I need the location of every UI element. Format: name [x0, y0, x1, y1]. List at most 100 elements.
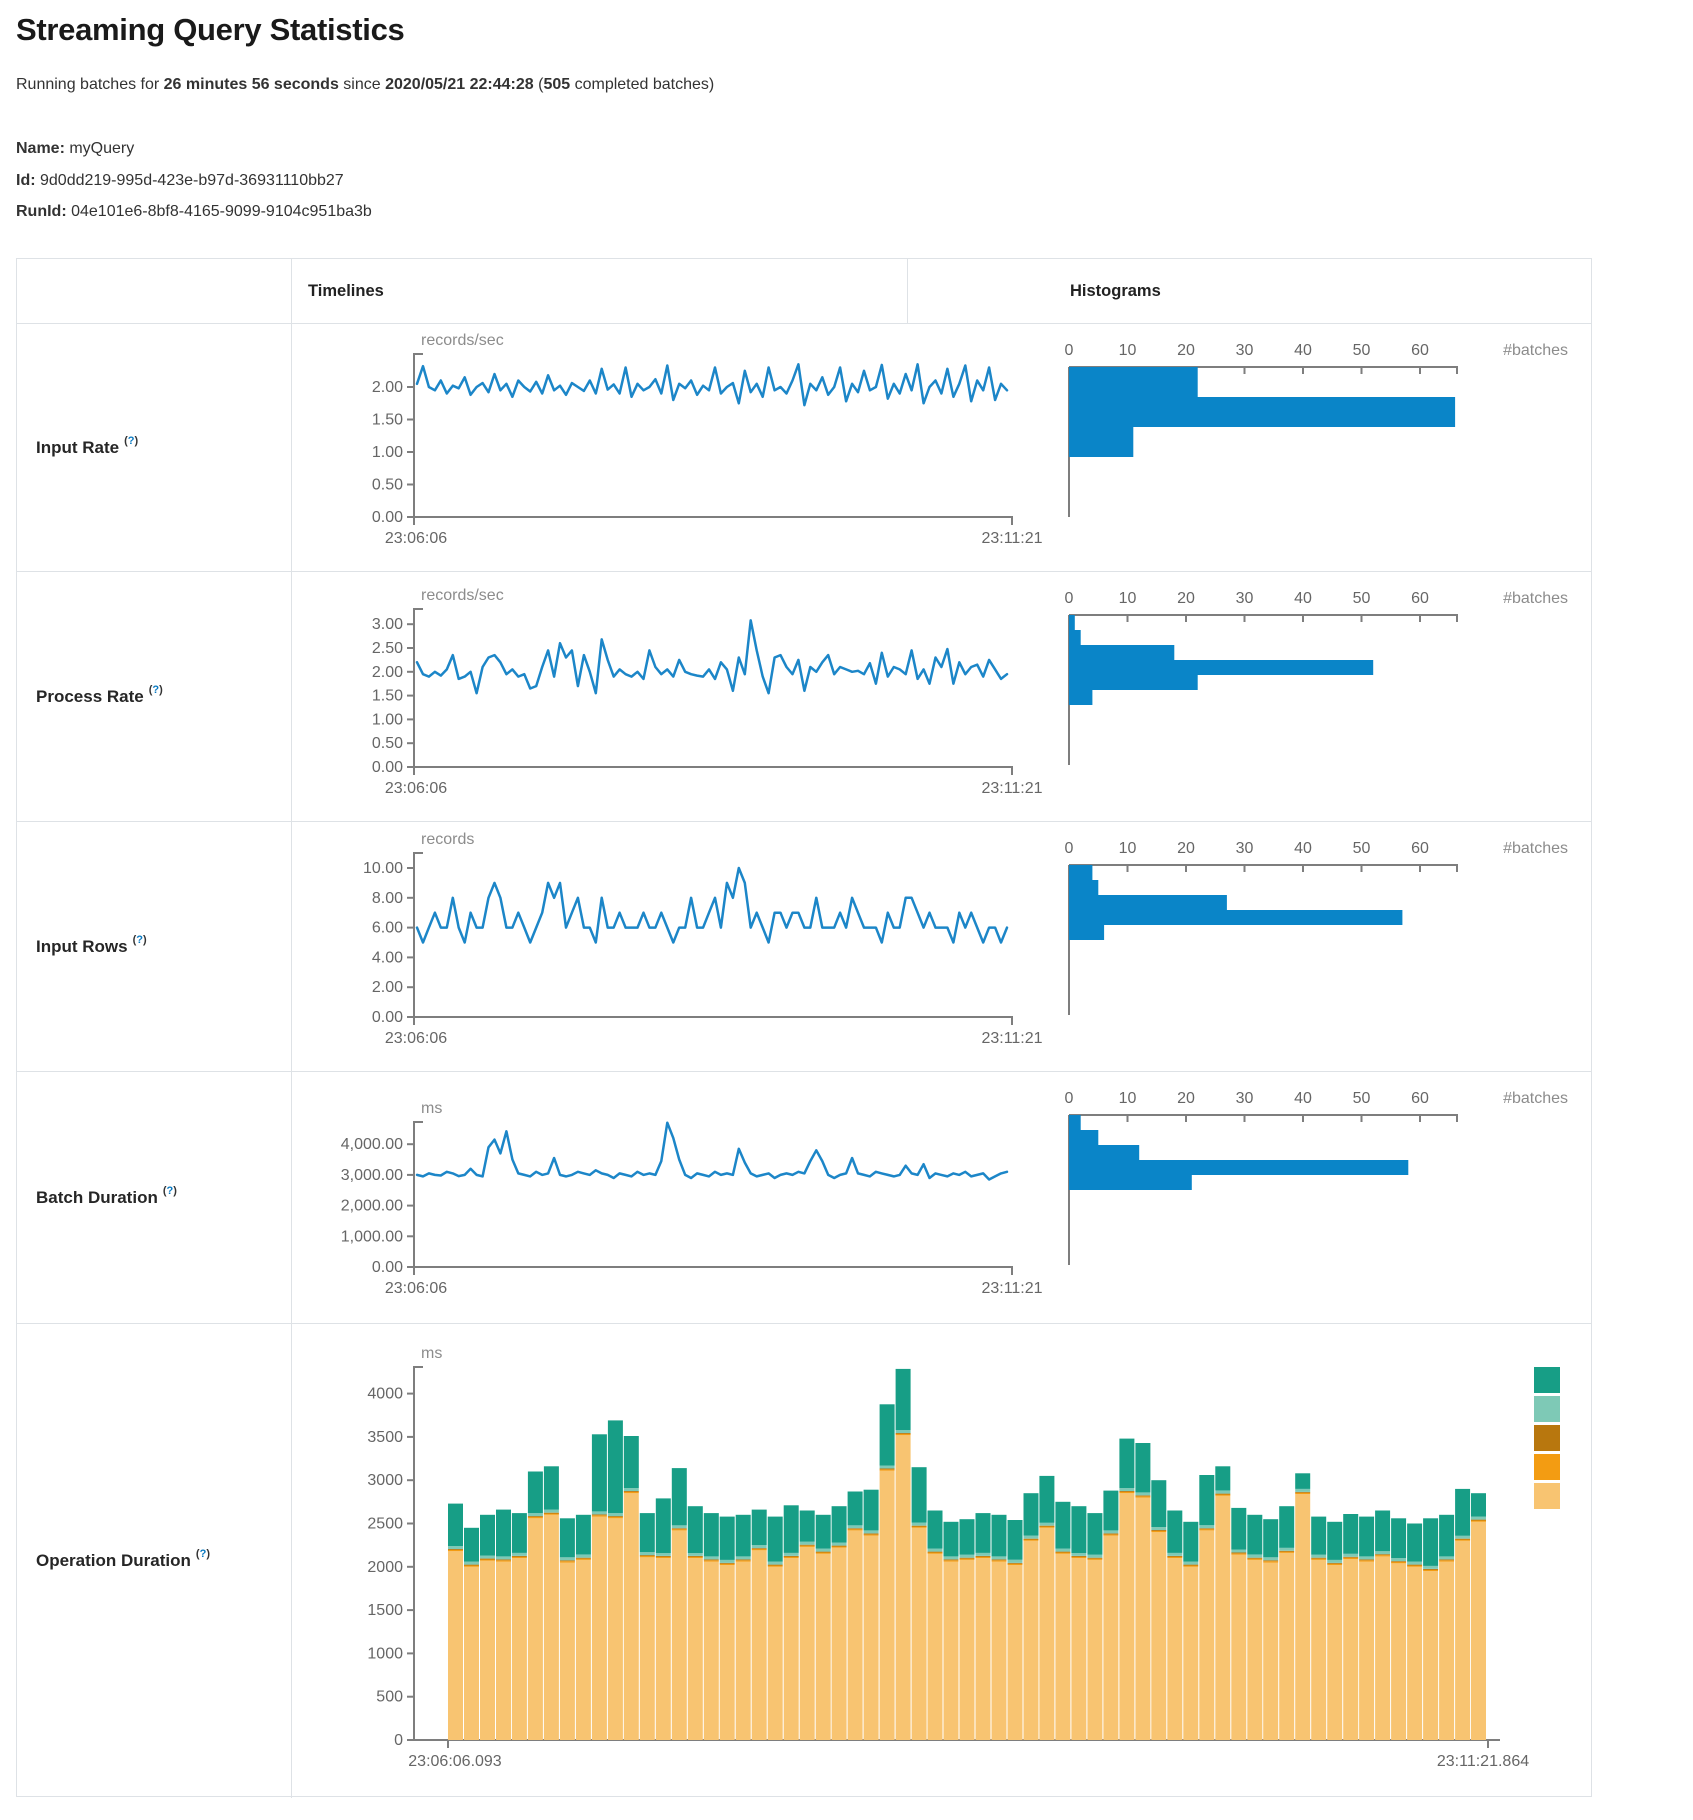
summary-paren: ( — [534, 76, 544, 93]
summary-duration: 26 minutes 56 seconds — [164, 76, 339, 93]
svg-text:20: 20 — [1177, 590, 1195, 607]
runid-label: RunId: — [16, 203, 67, 220]
svg-text:30: 30 — [1236, 590, 1254, 607]
svg-text:10: 10 — [1119, 342, 1137, 359]
svg-text:10: 10 — [1119, 590, 1137, 607]
row-label-operation-duration: Operation Duration(?) — [17, 1324, 292, 1798]
page-title: Streaming Query Statistics — [16, 12, 404, 48]
input-rate-timeline-and-histogram-chart: records/sec 0.00 0.50 1.00 1.50 2.00 23:06:06 2… — [292, 324, 1591, 571]
svg-text:20: 20 — [1177, 840, 1195, 857]
operation-duration-stacked-bar-chart: ms0500100015002000250030003500400023:06:… — [292, 1324, 1591, 1798]
query-name-line: Name: myQuery — [16, 140, 134, 158]
svg-text:23:06:06.093: 23:06:06.093 — [408, 1753, 502, 1770]
svg-text:23:11:21: 23:11:21 — [981, 780, 1042, 797]
svg-text:23:06:06: 23:06:06 — [385, 1280, 447, 1297]
svg-text:records/sec: records/sec — [421, 587, 504, 604]
svg-text:4000: 4000 — [367, 1386, 403, 1403]
svg-text:0.50: 0.50 — [372, 477, 403, 494]
svg-text:30: 30 — [1236, 1090, 1254, 1107]
name-value: myQuery — [65, 140, 134, 157]
svg-text:20: 20 — [1177, 342, 1195, 359]
svg-text:1.50: 1.50 — [372, 688, 403, 705]
svg-text:0: 0 — [1065, 590, 1074, 607]
svg-text:records/sec: records/sec — [421, 332, 504, 349]
histograms-column-header: Histograms — [908, 259, 1591, 323]
svg-text:6.00: 6.00 — [372, 920, 403, 937]
svg-text:0.50: 0.50 — [372, 735, 403, 752]
svg-text:records: records — [421, 831, 474, 848]
svg-text:#batches: #batches — [1503, 342, 1568, 359]
svg-text:40: 40 — [1294, 1090, 1312, 1107]
query-id-line: Id: 9d0dd219-995d-423e-b97d-36931110bb27 — [16, 172, 344, 190]
svg-text:#batches: #batches — [1503, 840, 1568, 857]
row-label-input-rate: Input Rate(?) — [17, 324, 292, 571]
summary-batch-count: 505 — [543, 76, 570, 93]
svg-text:40: 40 — [1294, 590, 1312, 607]
process-rate-help-link[interactable]: (?) — [149, 684, 163, 696]
svg-text:0.00: 0.00 — [372, 509, 403, 526]
svg-text:1.50: 1.50 — [372, 412, 403, 429]
svg-text:ms: ms — [421, 1345, 442, 1362]
svg-text:23:06:06: 23:06:06 — [385, 530, 447, 547]
svg-text:ms: ms — [421, 1100, 442, 1117]
svg-text:60: 60 — [1411, 1090, 1429, 1107]
row-label-batch-duration: Batch Duration(?) — [17, 1072, 292, 1323]
svg-text:23:06:06: 23:06:06 — [385, 780, 447, 797]
streaming-query-statistics-page: Streaming Query Statistics Running batch… — [0, 0, 1693, 1820]
svg-text:1500: 1500 — [367, 1602, 403, 1619]
name-label: Name: — [16, 140, 65, 157]
row-label-input-rows: Input Rows(?) — [17, 822, 292, 1071]
svg-text:40: 40 — [1294, 342, 1312, 359]
svg-text:3,000.00: 3,000.00 — [341, 1167, 403, 1184]
svg-text:3500: 3500 — [367, 1429, 403, 1446]
svg-text:20: 20 — [1177, 1090, 1195, 1107]
svg-text:2000: 2000 — [367, 1559, 403, 1576]
svg-text:50: 50 — [1353, 590, 1371, 607]
svg-text:#batches: #batches — [1503, 590, 1568, 607]
svg-text:2,000.00: 2,000.00 — [341, 1198, 403, 1215]
timelines-column-header: Timelines — [292, 259, 908, 323]
input-rows-help-link[interactable]: (?) — [133, 934, 147, 946]
svg-text:10: 10 — [1119, 840, 1137, 857]
svg-text:23:11:21: 23:11:21 — [981, 530, 1042, 547]
svg-text:60: 60 — [1411, 342, 1429, 359]
running-batches-summary: Running batches for 26 minutes 56 second… — [16, 76, 714, 94]
svg-text:23:11:21: 23:11:21 — [981, 1280, 1042, 1297]
svg-text:23:11:21.864: 23:11:21.864 — [1437, 1753, 1529, 1770]
summary-middle: since — [339, 76, 385, 93]
summary-prefix: Running batches for — [16, 76, 164, 93]
svg-text:#batches: #batches — [1503, 1090, 1568, 1107]
table-row-batch-duration: Batch Duration(?) ms0.001,000.002,000.00… — [17, 1071, 1591, 1323]
id-value: 9d0dd219-995d-423e-b97d-36931110bb27 — [36, 172, 344, 189]
query-runid-line: RunId: 04e101e6-8bf8-4165-9099-9104c951b… — [16, 203, 372, 221]
batch-duration-timeline-and-histogram-chart: ms0.001,000.002,000.003,000.004,000.0023… — [292, 1072, 1591, 1323]
svg-text:0: 0 — [394, 1732, 403, 1749]
empty-column-header — [17, 259, 292, 323]
operation-duration-help-link[interactable]: (?) — [196, 1548, 210, 1560]
input-rate-help-link[interactable]: (?) — [124, 435, 138, 447]
row-label-process-rate: Process Rate(?) — [17, 572, 292, 821]
statistics-table: Timelines Histograms Input Rate(?) recor… — [16, 258, 1592, 1797]
svg-text:2.00: 2.00 — [372, 379, 403, 396]
svg-text:3000: 3000 — [367, 1472, 403, 1489]
svg-text:1.00: 1.00 — [372, 444, 403, 461]
svg-text:10.00: 10.00 — [363, 860, 403, 877]
svg-text:8.00: 8.00 — [372, 890, 403, 907]
svg-text:2.00: 2.00 — [372, 979, 403, 996]
svg-text:10: 10 — [1119, 1090, 1137, 1107]
runid-value: 04e101e6-8bf8-4165-9099-9104c951ba3b — [67, 203, 372, 220]
svg-text:3.00: 3.00 — [372, 616, 403, 633]
process-rate-timeline-and-histogram-chart: records/sec0.000.501.001.502.002.503.002… — [292, 572, 1591, 821]
id-label: Id: — [16, 172, 36, 189]
summary-start-time: 2020/05/21 22:44:28 — [385, 76, 534, 93]
svg-text:0: 0 — [1065, 840, 1074, 857]
svg-text:0: 0 — [1065, 342, 1074, 359]
table-row-input-rate: Input Rate(?) records/sec 0.00 0.50 1.00 1.5… — [17, 323, 1591, 571]
svg-text:1.00: 1.00 — [372, 711, 403, 728]
summary-suffix: completed batches) — [570, 76, 714, 93]
svg-text:2.00: 2.00 — [372, 664, 403, 681]
svg-text:60: 60 — [1411, 840, 1429, 857]
batch-duration-help-link[interactable]: (?) — [163, 1185, 177, 1197]
svg-text:0.00: 0.00 — [372, 1009, 403, 1026]
svg-text:4.00: 4.00 — [372, 949, 403, 966]
